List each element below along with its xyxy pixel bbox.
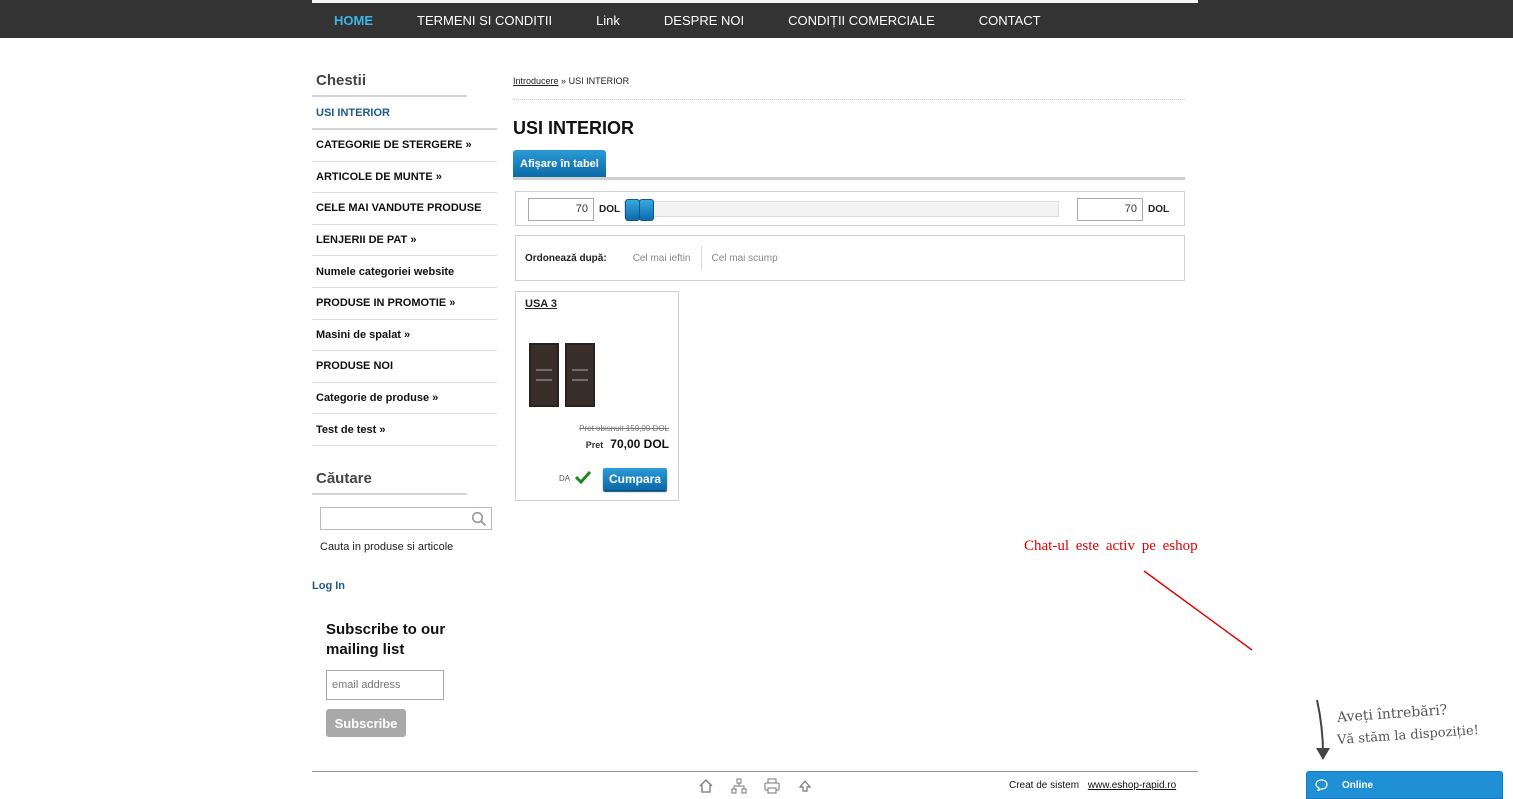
- nav-conditii-comerciale[interactable]: CONDIȚII COMERCIALE: [766, 4, 957, 37]
- breadcrumb-current: USI INTERIOR: [568, 76, 630, 86]
- chat-status: Online: [1342, 779, 1374, 791]
- price-min-input[interactable]: 70: [528, 198, 594, 221]
- tab-table-view[interactable]: Afișare în tabel: [513, 150, 606, 177]
- price-max-input[interactable]: 70: [1077, 198, 1143, 221]
- price-filter: 70 DOL 70 DOL: [515, 191, 1185, 226]
- category-test-de-test[interactable]: Test de test »: [312, 414, 497, 446]
- product-card: USA 3 Pret obisnuit 150,00 DOL Pret 70,0…: [515, 291, 679, 501]
- nav-home[interactable]: HOME: [312, 4, 395, 37]
- sort-bar: Ordonează după: Cel mai ieftin Cel mai s…: [515, 235, 1185, 281]
- chat-annotation: Chat-ul este activ pe eshop: [1024, 538, 1198, 554]
- page-title: USI INTERIOR: [513, 118, 635, 138]
- search-hint: Cauta in produse si articole: [320, 540, 454, 553]
- category-masini-de-spalat[interactable]: Masini de spalat »: [312, 320, 497, 352]
- sidebar: Chestii USI INTERIOR CATEGORIE DE STERGE…: [312, 62, 497, 553]
- newsletter-email-input[interactable]: [326, 670, 444, 700]
- chat-teaser[interactable]: Aveți întrebări? Vă stăm la dispoziție!: [1305, 696, 1505, 770]
- buy-button[interactable]: Cumpara: [603, 468, 668, 490]
- sort-most-expensive[interactable]: Cel mai scump: [702, 253, 788, 264]
- category-lenjerii-de-pat[interactable]: LENJERII DE PAT »: [312, 225, 497, 257]
- footer: Creat de sistem www.eshop-rapid.ro: [312, 771, 1198, 799]
- chat-question-text: Aveți întrebări?: [1336, 702, 1448, 726]
- category-stergere[interactable]: CATEGORIE DE STERGERE »: [312, 130, 497, 162]
- search-box: [320, 506, 492, 530]
- slider-handle-max[interactable]: [639, 199, 654, 221]
- footer-icons: [698, 778, 813, 794]
- top-icon[interactable]: [797, 778, 813, 794]
- chat-bubble-icon: [1315, 779, 1328, 791]
- sitemap-icon[interactable]: [731, 778, 747, 794]
- price-max-currency: DOL: [1148, 204, 1170, 215]
- price-label: Pret: [585, 440, 604, 450]
- product-image-doors[interactable]: [528, 342, 598, 408]
- credit-text: Creat de sistem: [1009, 780, 1080, 791]
- breadcrumb-home-link[interactable]: Introducere: [513, 76, 559, 86]
- main-menu: HOME TERMENI SI CONDITII Link DESPRE NOI…: [312, 3, 1063, 38]
- check-icon: [575, 470, 591, 484]
- product-old-price: Pret obisnuit 150,00 DOL: [579, 424, 669, 433]
- category-usi-interior[interactable]: USI INTERIOR: [312, 97, 497, 130]
- chat-offer-text: Vă stăm la dispoziție!: [1336, 723, 1480, 748]
- nav-contact[interactable]: CONTACT: [957, 4, 1063, 37]
- chat-online-bar[interactable]: Online: [1306, 771, 1503, 799]
- curved-arrow-icon: [1316, 699, 1330, 760]
- top-navigation-bar: HOME TERMENI SI CONDITII Link DESPRE NOI…: [0, 0, 1513, 38]
- price-min-currency: DOL: [599, 204, 621, 215]
- annotation-arrow-line: [1143, 570, 1253, 651]
- category-numele-categoriei[interactable]: Numele categoriei website: [312, 256, 497, 288]
- sort-label: Ordonează după:: [525, 252, 607, 264]
- product-price: 70,00 DOL: [610, 437, 669, 451]
- breadcrumb-separator: »: [561, 76, 567, 86]
- search-heading: Căutare: [312, 460, 497, 495]
- print-icon[interactable]: [764, 778, 780, 794]
- product-price-row: Pret 70,00 DOL: [586, 437, 669, 451]
- sort-cheapest[interactable]: Cel mai ieftin: [623, 253, 701, 264]
- category-produse-in-promotie[interactable]: PRODUSE IN PROMOTIE »: [312, 288, 497, 320]
- home-icon[interactable]: [698, 778, 714, 794]
- view-tabs: Afișare în tabel: [513, 150, 1185, 180]
- price-range-slider[interactable]: [624, 199, 1059, 221]
- category-list: USI INTERIOR CATEGORIE DE STERGERE » ART…: [312, 97, 497, 446]
- search-input[interactable]: [321, 507, 491, 529]
- nav-termeni-si-conditii[interactable]: TERMENI SI CONDITII: [395, 4, 574, 37]
- newsletter-title: Subscribe to our mailing list: [326, 621, 446, 658]
- subscribe-button[interactable]: Subscribe: [326, 709, 406, 737]
- footer-credit: Creat de sistem www.eshop-rapid.ro: [1009, 780, 1176, 791]
- slider-handle-min[interactable]: [625, 199, 640, 221]
- newsletter-box: Subscribe to our mailing list Subscribe: [326, 620, 486, 737]
- breadcrumb: Introducere » USI INTERIOR: [513, 76, 1185, 100]
- category-categorie-de-produse[interactable]: Categorie de produse »: [312, 383, 497, 415]
- search-icon[interactable]: [471, 511, 487, 527]
- login-link[interactable]: Log In: [312, 580, 345, 592]
- category-cele-mai-vandute[interactable]: CELE MAI VANDUTE PRODUSE: [312, 193, 497, 225]
- stock-status: DA: [559, 474, 571, 483]
- nav-despre-noi[interactable]: DESPRE NOI: [642, 4, 766, 37]
- categories-heading: Chestii: [312, 62, 497, 97]
- credit-link[interactable]: www.eshop-rapid.ro: [1088, 780, 1176, 791]
- category-produse-noi[interactable]: PRODUSE NOI: [312, 351, 497, 383]
- category-articole-de-munte[interactable]: ARTICOLE DE MUNTE »: [312, 162, 497, 194]
- nav-link[interactable]: Link: [574, 4, 642, 37]
- product-title-link[interactable]: USA 3: [525, 298, 557, 310]
